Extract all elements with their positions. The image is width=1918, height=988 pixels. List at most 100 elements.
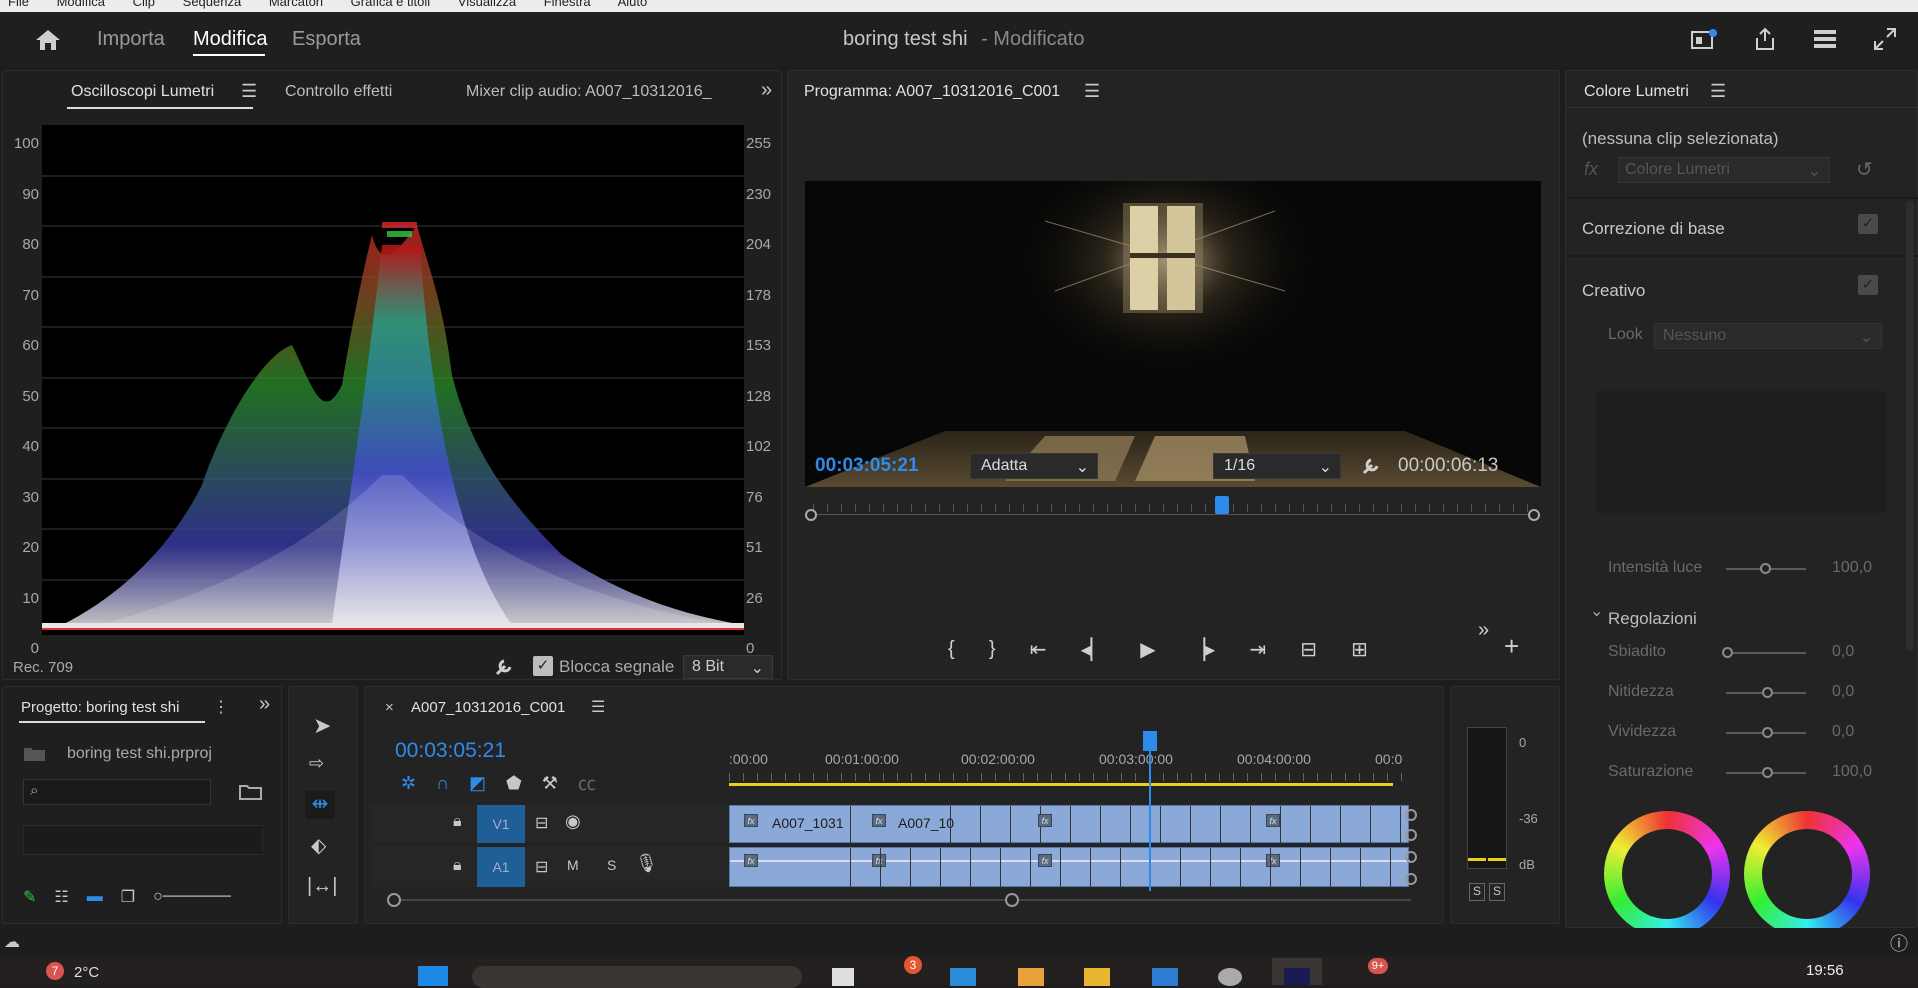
menu-graphics[interactable]: Grafica e titoli	[351, 0, 430, 9]
step-back-icon[interactable]: ◂▏	[1081, 637, 1106, 662]
menu-help[interactable]: Aiuto	[618, 0, 648, 9]
project-search-input[interactable]: ⌕	[23, 779, 211, 805]
share-icon[interactable]	[1752, 26, 1778, 52]
menu-window[interactable]: Finestra	[544, 0, 591, 9]
zoom-slider-icon[interactable]: ○──────	[153, 888, 231, 906]
lift-icon[interactable]: ⊟	[1300, 637, 1317, 662]
folder-icon[interactable]	[1084, 968, 1110, 986]
explorer-icon[interactable]	[1018, 968, 1044, 986]
workspaces-menu-icon[interactable]	[1812, 28, 1838, 50]
captions-icon[interactable]: ㏄	[578, 770, 596, 796]
premiere-taskbar-item[interactable]	[1272, 958, 1322, 985]
tab-audio-clip-mixer[interactable]: Mixer clip audio: A007_10312016_	[466, 83, 726, 101]
more-panels-icon[interactable]: »	[761, 79, 772, 102]
timeline-zoom-scrollbar[interactable]	[391, 899, 1411, 901]
go-to-in-icon[interactable]: ⇤	[1030, 637, 1047, 662]
sync-lock-icon[interactable]: ⊟	[535, 857, 548, 877]
add-marker-icon[interactable]: ⬟	[506, 773, 522, 794]
cloud-sync-icon[interactable]: ☁	[4, 932, 20, 952]
playback-resolution-select[interactable]: 1/16 ⌄	[1213, 453, 1341, 479]
project-file-name[interactable]: boring test shi.prproj	[67, 745, 212, 763]
button-editor-add-icon[interactable]: +	[1504, 631, 1519, 662]
look-select[interactable]: Nessuno ⌄	[1654, 323, 1882, 349]
creative-header[interactable]: Creativo	[1582, 281, 1645, 301]
intensity-value[interactable]: 100,0	[1832, 559, 1872, 577]
menu-view[interactable]: Visualizza	[458, 0, 516, 9]
edge-icon[interactable]	[1152, 968, 1178, 986]
zoom-left-handle[interactable]	[387, 893, 401, 907]
timeline-playhead-line[interactable]	[1149, 751, 1151, 891]
sync-lock-icon[interactable]: ⊟	[535, 813, 548, 833]
lock-icon[interactable]: 🔒︎	[453, 813, 462, 831]
microphone-icon[interactable]: 🎙︎	[635, 853, 658, 874]
adjustments-header[interactable]: Regolazioni	[1608, 609, 1697, 629]
tab-import[interactable]: Importa	[97, 28, 165, 51]
solo-left-button[interactable]: S	[1469, 883, 1485, 901]
adjustments-chevron-icon[interactable]: ⌄	[1590, 601, 1603, 621]
pencil-icon[interactable]: ✎	[23, 887, 36, 907]
close-sequence-icon[interactable]: ×	[385, 699, 394, 716]
out-handle[interactable]	[1528, 509, 1540, 521]
program-playhead[interactable]	[1215, 496, 1229, 514]
tab-export[interactable]: Esporta	[292, 28, 361, 51]
eye-icon[interactable]: ◉	[565, 811, 581, 832]
linked-selection-icon[interactable]: ◩	[469, 773, 486, 794]
zoom-right-handle[interactable]	[1005, 893, 1019, 907]
mute-button[interactable]: M	[567, 857, 579, 873]
project-more-icon[interactable]: »	[259, 693, 270, 716]
fullscreen-icon[interactable]	[1872, 26, 1898, 52]
menu-markers[interactable]: Marcatori	[269, 0, 323, 9]
transport-more-icon[interactable]: »	[1478, 619, 1489, 642]
obs-icon[interactable]	[1218, 968, 1242, 986]
ripple-edit-tool-icon[interactable]: ⇹	[305, 791, 335, 819]
lock-icon[interactable]: 🔒︎	[453, 857, 462, 875]
in-handle[interactable]	[805, 509, 817, 521]
basic-correction-checkbox[interactable]: ✓	[1858, 214, 1878, 234]
adjustment-slider[interactable]	[1762, 687, 1773, 698]
track-target-a1[interactable]: A1	[477, 847, 525, 887]
reset-icon[interactable]: ↺	[1856, 157, 1873, 182]
settings-wrench-icon[interactable]	[1360, 455, 1382, 477]
nest-icon[interactable]: ✲	[401, 773, 416, 794]
list-view-icon[interactable]: ☷	[54, 887, 68, 907]
clock[interactable]: 19:56	[1806, 962, 1844, 979]
slip-tool-icon[interactable]: |↔|	[307, 875, 337, 898]
task-view-icon[interactable]	[832, 968, 854, 986]
freeform-view-icon[interactable]: ❐	[121, 887, 135, 907]
program-scrubber[interactable]	[805, 496, 1541, 526]
selection-tool-icon[interactable]: ➤	[313, 713, 331, 739]
mark-in-icon[interactable]: {	[948, 638, 955, 661]
tab-effect-controls[interactable]: Controllo effetti	[285, 83, 392, 101]
step-forward-icon[interactable]: ▕▸	[1190, 637, 1215, 662]
solo-right-button[interactable]: S	[1489, 883, 1505, 901]
lumetri-scrollbar[interactable]	[1906, 201, 1914, 651]
timeline-timecode[interactable]: 00:03:05:21	[395, 739, 506, 763]
work-area-bar[interactable]	[729, 783, 1393, 786]
adjustment-value[interactable]: 0,0	[1832, 643, 1854, 661]
adjustment-value[interactable]: 0,0	[1832, 723, 1854, 741]
new-bin-icon[interactable]	[239, 783, 263, 801]
teams-icon[interactable]	[950, 968, 976, 986]
adjustment-slider[interactable]	[1762, 727, 1773, 738]
weather-temp[interactable]: 2°C	[74, 964, 99, 981]
menu-edit[interactable]: Modifica	[57, 0, 105, 9]
play-icon[interactable]: ▶	[1140, 637, 1155, 662]
basic-correction-header[interactable]: Correzione di base	[1582, 219, 1725, 239]
program-playhead-timecode[interactable]: 00:03:05:21	[815, 455, 919, 477]
adjustment-value[interactable]: 100,0	[1832, 763, 1872, 781]
extract-icon[interactable]: ⊞	[1351, 637, 1368, 662]
solo-button[interactable]: S	[607, 857, 616, 873]
bit-depth-select[interactable]: 8 Bit ⌄	[683, 655, 773, 679]
adjustment-value[interactable]: 0,0	[1832, 683, 1854, 701]
lock-signal-checkbox[interactable]: ✓	[533, 656, 553, 676]
adjustment-slider[interactable]	[1762, 767, 1773, 778]
mark-out-icon[interactable]: }	[989, 638, 996, 661]
sequence-tab[interactable]: A007_10312016_C001	[411, 699, 565, 716]
track-target-v1[interactable]: V1	[477, 805, 525, 843]
zoom-fit-select[interactable]: Adatta ⌄	[970, 453, 1098, 479]
start-button[interactable]	[418, 966, 448, 986]
tab-edit[interactable]: Modifica	[193, 28, 267, 51]
home-icon[interactable]	[35, 28, 61, 52]
menu-file[interactable]: File	[8, 0, 29, 9]
tab-lumetri-scopes[interactable]: Oscilloscopi Lumetri	[71, 83, 214, 101]
